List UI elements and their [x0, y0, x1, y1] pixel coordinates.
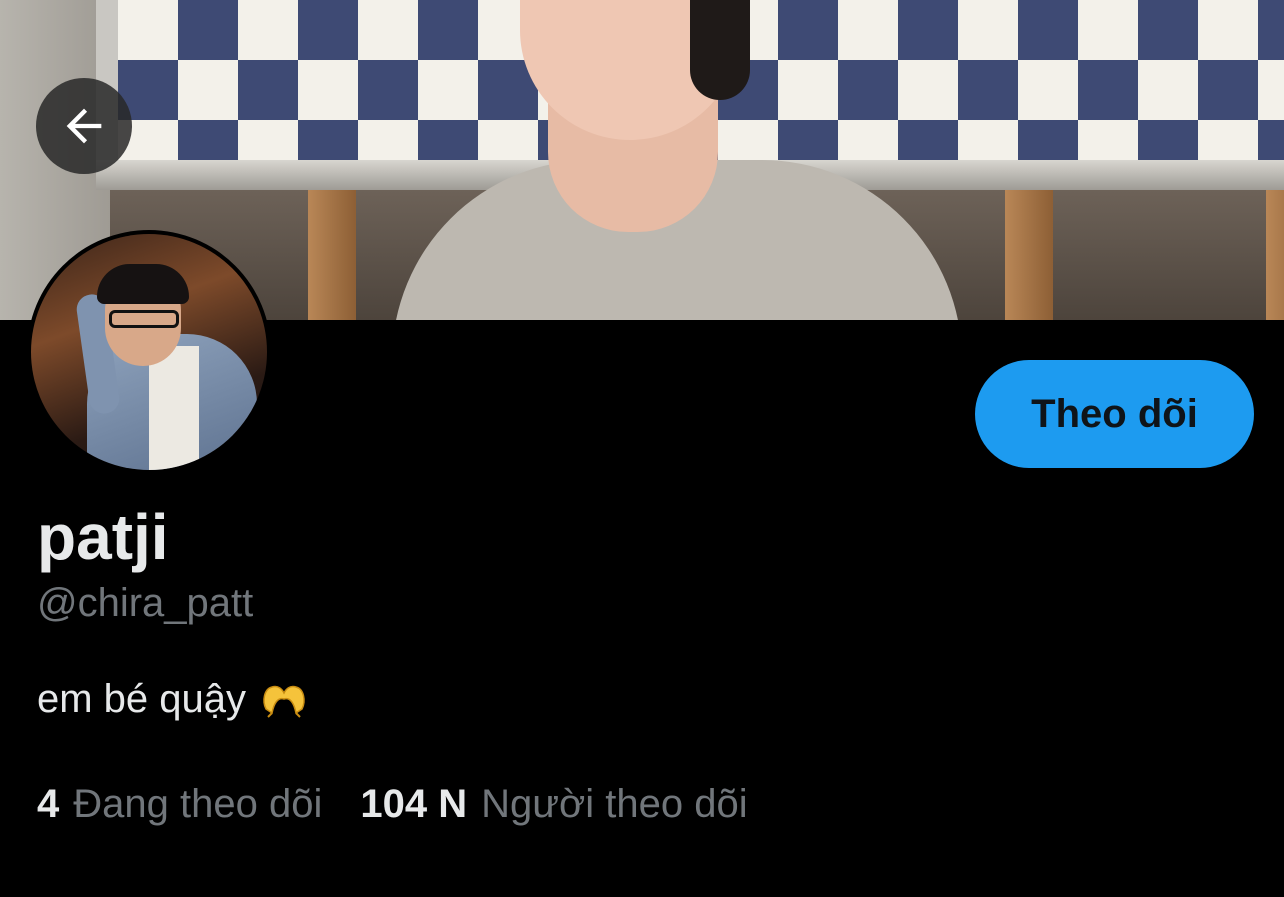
following-stat[interactable]: 4 Đang theo dõi	[37, 784, 322, 824]
avatar-photo-part	[149, 346, 199, 470]
followers-count: 104 N	[360, 782, 468, 826]
user-handle: @chira_patt	[37, 581, 254, 625]
heart-hands-icon	[263, 685, 305, 718]
banner-photo-part	[308, 190, 356, 320]
display-name: patji	[37, 501, 169, 573]
banner-photo-part	[1005, 190, 1053, 320]
bio-text: em bé quậy	[37, 677, 247, 721]
banner-photo-part	[1266, 190, 1284, 320]
followers-stat[interactable]: 104 N Người theo dõi	[360, 784, 747, 824]
avatar-image	[31, 234, 267, 470]
follow-button[interactable]: Theo dõi	[975, 360, 1254, 468]
avatar-photo-part	[109, 310, 179, 328]
banner-photo-part	[690, 0, 750, 100]
back-button[interactable]	[36, 78, 132, 174]
bio: em bé quậy	[37, 677, 308, 721]
following-count: 4	[37, 782, 60, 826]
avatar[interactable]	[27, 230, 271, 474]
arrow-left-icon	[66, 108, 102, 144]
profile-stats: 4 Đang theo dõi 104 N Người theo dõi	[37, 784, 748, 824]
followers-label: Người theo dõi	[481, 782, 748, 826]
avatar-photo-part	[97, 264, 189, 304]
following-label: Đang theo dõi	[73, 782, 323, 826]
